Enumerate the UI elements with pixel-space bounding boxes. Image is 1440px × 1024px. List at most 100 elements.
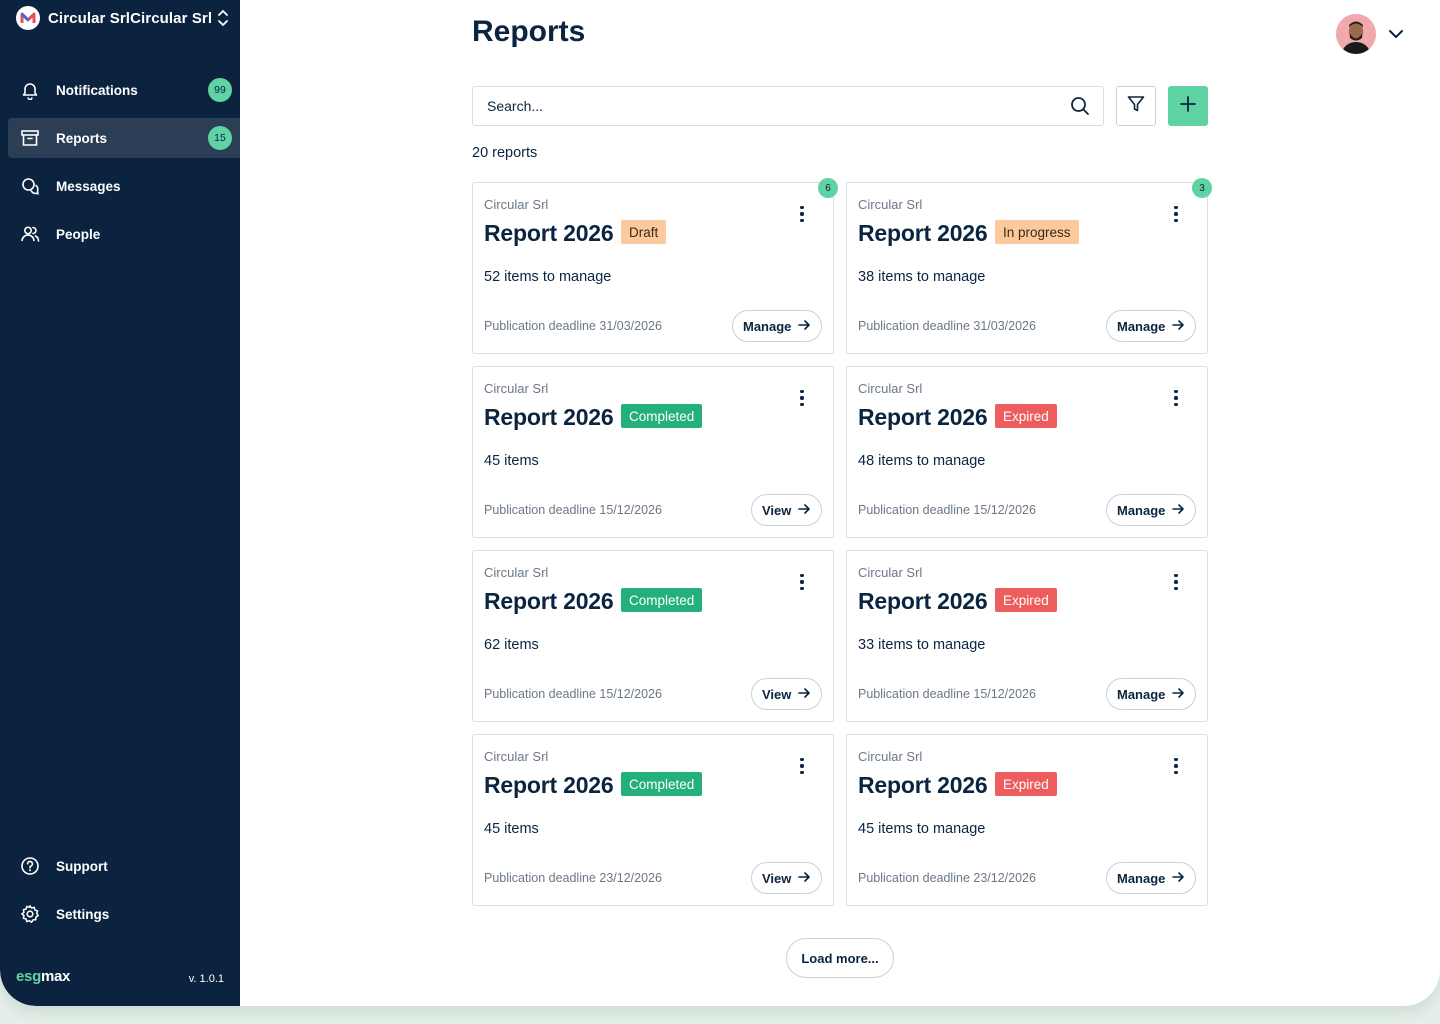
card-title: Report 2026 xyxy=(484,404,614,430)
arrow-right-icon xyxy=(1171,318,1185,335)
gear-icon xyxy=(20,904,40,924)
card-items: 45 items xyxy=(484,821,539,837)
manage-button[interactable]: Manage xyxy=(1106,310,1196,342)
app-window: Circular SrlCircular Srl Notifications 9… xyxy=(0,0,1440,1006)
report-card[interactable]: Circular Srl Report 2026 In progress 38 … xyxy=(846,178,1212,354)
card-title: Report 2026 xyxy=(858,220,988,246)
status-badge: Draft xyxy=(621,220,667,244)
card-company: Circular Srl xyxy=(484,381,549,396)
action-label: Manage xyxy=(743,318,792,334)
question-circle-icon xyxy=(20,856,40,876)
arrow-right-icon xyxy=(1171,686,1185,703)
manage-button[interactable]: Manage xyxy=(1106,862,1196,894)
manage-button[interactable]: Manage xyxy=(1106,678,1196,710)
sidebar-item-settings[interactable]: Settings xyxy=(8,894,240,934)
more-options-icon[interactable] xyxy=(1169,203,1183,225)
action-label: Manage xyxy=(1117,502,1166,518)
card-items: 45 items xyxy=(484,453,539,469)
card-company: Circular Srl xyxy=(858,381,923,396)
more-options-icon[interactable] xyxy=(1169,571,1183,593)
app-version: v. 1.0.1 xyxy=(188,973,224,985)
status-badge: Completed xyxy=(621,404,703,428)
arrow-right-icon xyxy=(797,318,811,335)
action-label: Manage xyxy=(1117,686,1166,702)
view-button[interactable]: View xyxy=(751,494,822,526)
avatar[interactable] xyxy=(1336,14,1376,54)
card-title: Report 2026 xyxy=(484,220,614,246)
more-options-icon[interactable] xyxy=(795,203,809,225)
card-title: Report 2026 xyxy=(484,772,614,798)
card-items: 33 items to manage xyxy=(858,637,986,653)
card-deadline: Publication deadline 15/12/2026 xyxy=(858,687,1036,701)
card-deadline: Publication deadline 31/03/2026 xyxy=(858,319,1036,333)
chevron-down-icon[interactable] xyxy=(1386,24,1406,44)
chevron-up-down-icon[interactable] xyxy=(216,9,230,27)
sidebar-item-notifications[interactable]: Notifications 99 xyxy=(8,70,240,110)
card-deadline: Publication deadline 15/12/2026 xyxy=(484,503,662,517)
sidebar-item-label: People xyxy=(56,226,101,242)
card-deadline: Publication deadline 31/03/2026 xyxy=(484,319,662,333)
card-company: Circular Srl xyxy=(858,197,923,212)
card-items: 38 items to manage xyxy=(858,269,986,285)
report-card[interactable]: Circular Srl Report 2026 Completed 45 it… xyxy=(472,366,834,538)
view-button[interactable]: View xyxy=(751,678,822,710)
chat-bubbles-icon xyxy=(20,176,40,196)
report-card[interactable]: Circular Srl Report 2026 Completed 45 it… xyxy=(472,734,834,906)
sidebar-item-label: Notifications xyxy=(56,82,138,98)
sidebar-item-label: Messages xyxy=(56,178,121,194)
arrow-right-icon xyxy=(797,686,811,703)
arrow-right-icon xyxy=(1171,502,1185,519)
sidebar-item-label: Settings xyxy=(56,906,110,922)
report-card[interactable]: Circular Srl Report 2026 Expired 48 item… xyxy=(846,366,1208,538)
filter-icon xyxy=(1126,94,1146,119)
manage-button[interactable]: Manage xyxy=(732,310,822,342)
more-options-icon[interactable] xyxy=(1169,755,1183,777)
add-report-button[interactable] xyxy=(1168,86,1208,126)
plus-icon xyxy=(1178,94,1198,119)
load-more-button[interactable]: Load more... xyxy=(786,938,894,978)
card-company: Circular Srl xyxy=(858,565,923,580)
report-card[interactable]: Circular Srl Report 2026 Expired 45 item… xyxy=(846,734,1208,906)
sidebar-item-label: Support xyxy=(56,858,108,874)
more-options-icon[interactable] xyxy=(795,755,809,777)
view-button[interactable]: View xyxy=(751,862,822,894)
card-items: 48 items to manage xyxy=(858,453,986,469)
card-company: Circular Srl xyxy=(484,197,549,212)
action-label: View xyxy=(762,686,792,702)
status-badge: Completed xyxy=(621,588,703,612)
manage-button[interactable]: Manage xyxy=(1106,494,1196,526)
action-label: View xyxy=(762,870,792,886)
sidebar-item-messages[interactable]: Messages xyxy=(8,166,240,206)
card-items: 45 items to manage xyxy=(858,821,986,837)
search-input[interactable] xyxy=(487,98,1069,114)
status-badge: In progress xyxy=(995,220,1079,244)
action-label: View xyxy=(762,502,792,518)
more-options-icon[interactable] xyxy=(1169,387,1183,409)
report-card[interactable]: Circular Srl Report 2026 Expired 33 item… xyxy=(846,550,1208,722)
more-options-icon[interactable] xyxy=(795,571,809,593)
users-icon xyxy=(20,224,40,244)
sidebar-item-reports[interactable]: Reports 15 xyxy=(8,118,240,158)
card-company: Circular Srl xyxy=(484,749,549,764)
more-options-icon[interactable] xyxy=(795,387,809,409)
status-badge: Completed xyxy=(621,772,703,796)
card-title: Report 2026 xyxy=(858,588,988,614)
filter-button[interactable] xyxy=(1116,86,1156,126)
search-icon[interactable] xyxy=(1069,95,1091,117)
report-card[interactable]: Circular Srl Report 2026 Completed 62 it… xyxy=(472,550,834,722)
status-badge: Expired xyxy=(995,772,1057,796)
arrow-right-icon xyxy=(797,502,811,519)
bell-icon xyxy=(20,80,40,100)
report-card[interactable]: Circular Srl Report 2026 Draft 52 items … xyxy=(472,178,838,354)
org-switcher[interactable]: Circular SrlCircular Srl xyxy=(16,5,212,31)
card-notification-badge: 3 xyxy=(1192,178,1212,198)
archive-icon xyxy=(20,128,40,148)
card-company: Circular Srl xyxy=(484,565,549,580)
search-box xyxy=(472,86,1104,126)
sidebar-item-people[interactable]: People xyxy=(8,214,240,254)
arrow-right-icon xyxy=(797,870,811,887)
sidebar-item-support[interactable]: Support xyxy=(8,846,240,886)
page-title: Reports xyxy=(472,15,586,48)
notifications-badge: 99 xyxy=(208,78,232,102)
card-company: Circular Srl xyxy=(858,749,923,764)
